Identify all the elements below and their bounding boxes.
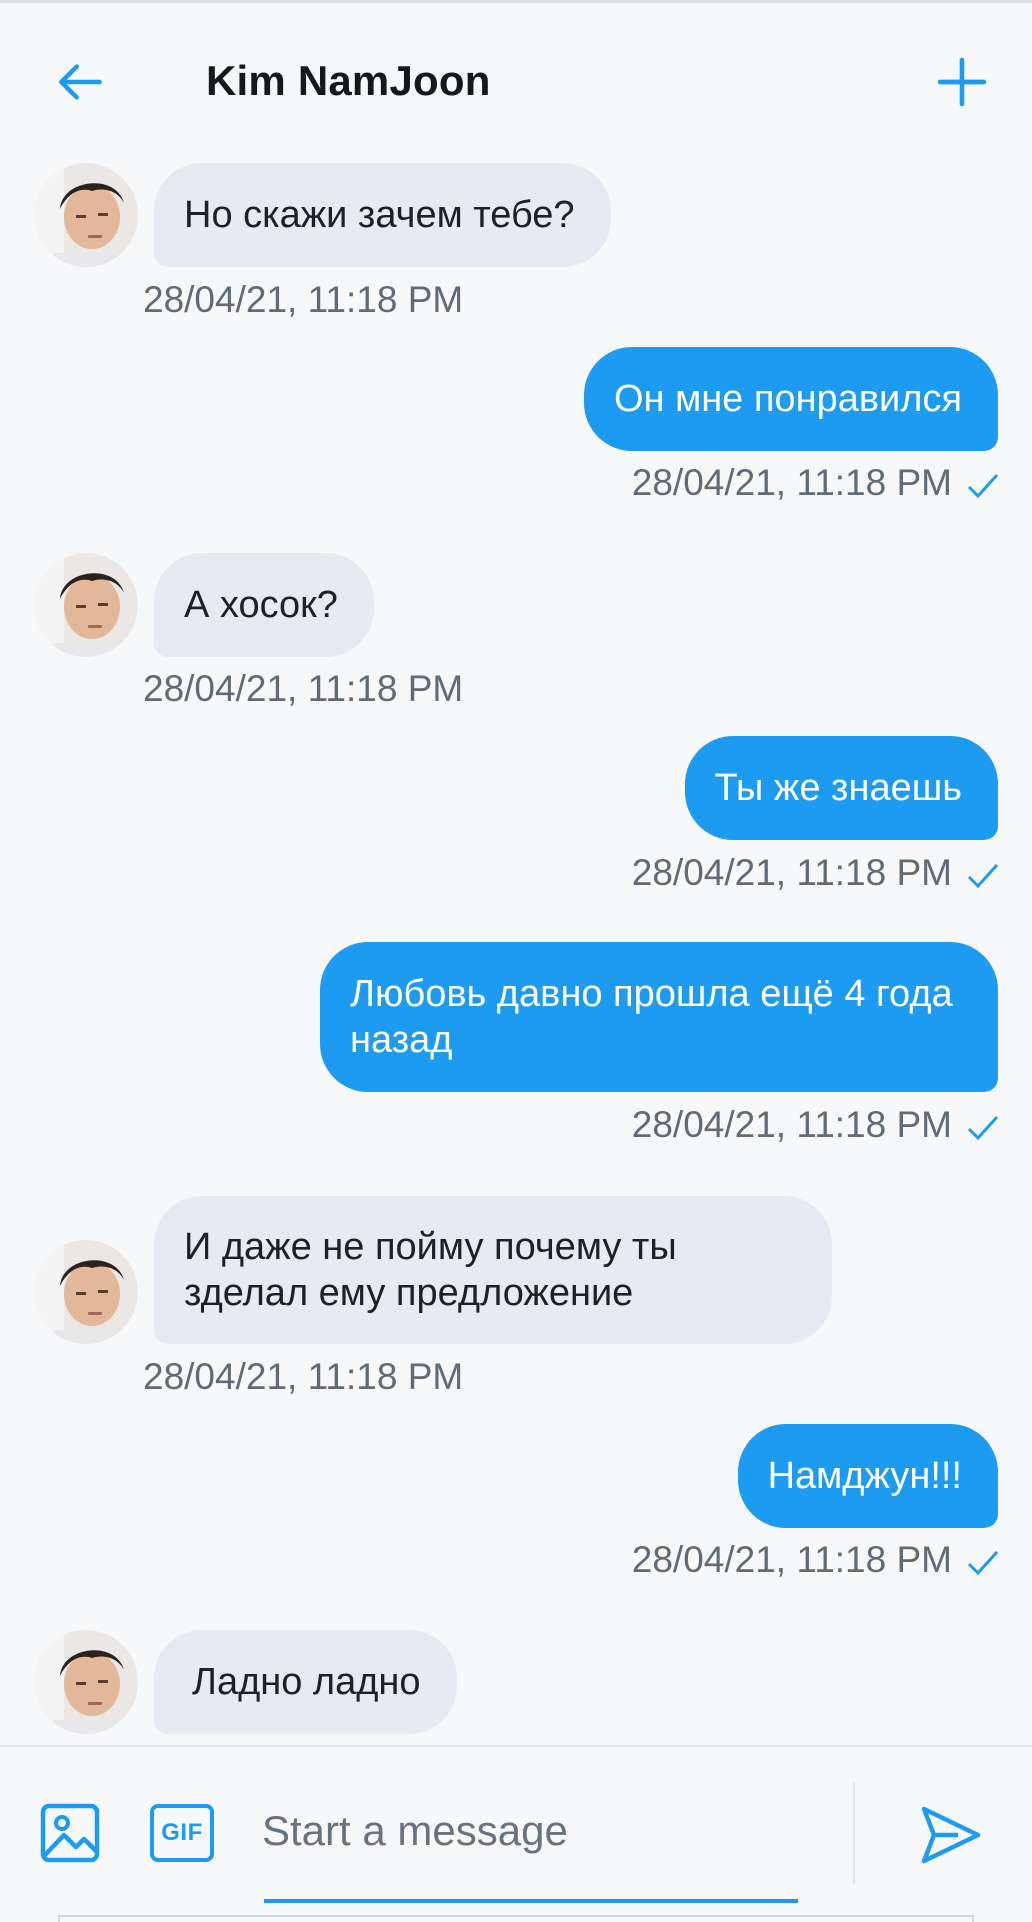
message-timestamp: 28/04/21, 11:18 PM — [631, 1104, 952, 1145]
message-text: И даже не пойму почему ты зделал ему пре… — [184, 1226, 677, 1314]
message-timestamp-row: 28/04/21, 11:18 PM — [632, 1104, 1000, 1146]
avatar[interactable] — [34, 1630, 138, 1734]
avatar[interactable] — [34, 553, 138, 657]
message-timestamp-row: 28/04/21, 11:18 PM — [632, 1539, 1000, 1581]
conversation-title[interactable]: Kim NamJoon — [206, 57, 491, 105]
read-check-icon — [966, 858, 1000, 889]
conversation-header: Kim NamJoon — [0, 0, 1032, 160]
input-focus-underline — [264, 1899, 798, 1903]
message-bubble[interactable]: А хосок? — [154, 553, 374, 657]
send-icon — [921, 1806, 981, 1864]
image-icon — [40, 1803, 100, 1863]
message-text: Ты же знаешь — [714, 767, 962, 809]
back-button[interactable] — [48, 50, 112, 114]
message-text: Любовь давно прошла ещё 4 года назад — [350, 973, 953, 1061]
message-text: Ладно ладно — [192, 1661, 421, 1703]
message-bubble[interactable]: Он мне понравился — [583, 347, 998, 451]
avatar[interactable] — [34, 163, 138, 267]
new-message-button[interactable] — [930, 50, 994, 114]
read-check-icon — [966, 468, 1000, 499]
read-check-icon — [966, 1545, 1000, 1576]
message-feed[interactable]: Но скажи зачем тебе? 28/04/21, 11:18 PM … — [0, 0, 1032, 1745]
message-timestamp: 28/04/21, 11:18 PM — [143, 1356, 464, 1397]
message-bubble[interactable]: И даже не пойму почему ты зделал ему пре… — [154, 1196, 832, 1344]
composer-divider — [853, 1782, 855, 1884]
message-timestamp-row: 28/04/21, 11:18 PM — [632, 852, 1000, 894]
gif-label: GIF — [161, 1819, 203, 1846]
message-timestamp: 28/04/21, 11:18 PM — [631, 1539, 952, 1580]
message-timestamp: 28/04/21, 11:18 PM — [143, 279, 464, 320]
send-button[interactable] — [918, 1803, 982, 1867]
message-timestamp: 28/04/21, 11:18 PM — [631, 462, 952, 503]
message-bubble[interactable]: Ладно ладно — [154, 1630, 457, 1734]
message-timestamp-row: 28/04/21, 11:18 PM — [632, 462, 1000, 504]
message-timestamp: 28/04/21, 11:18 PM — [143, 668, 464, 709]
message-text: А хосок? — [184, 584, 338, 626]
message-bubble[interactable]: Намджун!!! — [737, 1424, 998, 1528]
plus-icon — [937, 57, 987, 107]
message-text: Намджун!!! — [767, 1455, 962, 1497]
message-bubble[interactable]: Любовь давно прошла ещё 4 года назад — [320, 942, 998, 1092]
message-composer: GIF — [0, 1745, 1032, 1922]
message-bubble[interactable]: Но скажи зачем тебе? — [154, 163, 611, 267]
message-text: Он мне понравился — [613, 378, 962, 420]
add-photo-button[interactable] — [38, 1801, 102, 1865]
message-bubble[interactable]: Ты же знаешь — [684, 736, 998, 840]
read-check-icon — [966, 1110, 1000, 1141]
bottom-panel-edge — [58, 1915, 974, 1922]
message-text: Но скажи зачем тебе? — [184, 194, 575, 236]
arrow-left-icon — [59, 64, 102, 100]
message-timestamp: 28/04/21, 11:18 PM — [631, 852, 952, 893]
avatar[interactable] — [34, 1240, 138, 1344]
gif-button[interactable]: GIF — [150, 1804, 214, 1862]
message-input[interactable] — [262, 1799, 802, 1863]
